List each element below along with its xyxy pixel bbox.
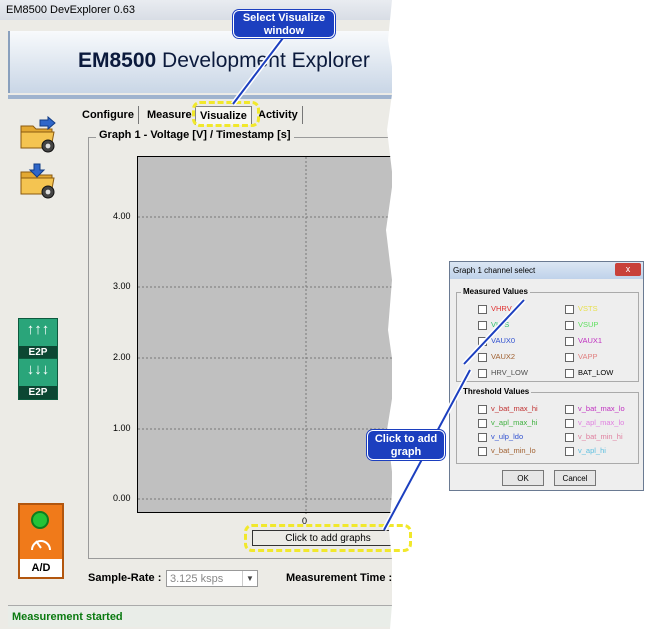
visualize-callout: Select Visualize window <box>233 10 335 38</box>
callout-arrows <box>231 36 526 532</box>
arrow-line <box>232 37 284 105</box>
arrow-line <box>463 299 525 365</box>
add-graph-callout: Click to add graph <box>367 430 445 460</box>
